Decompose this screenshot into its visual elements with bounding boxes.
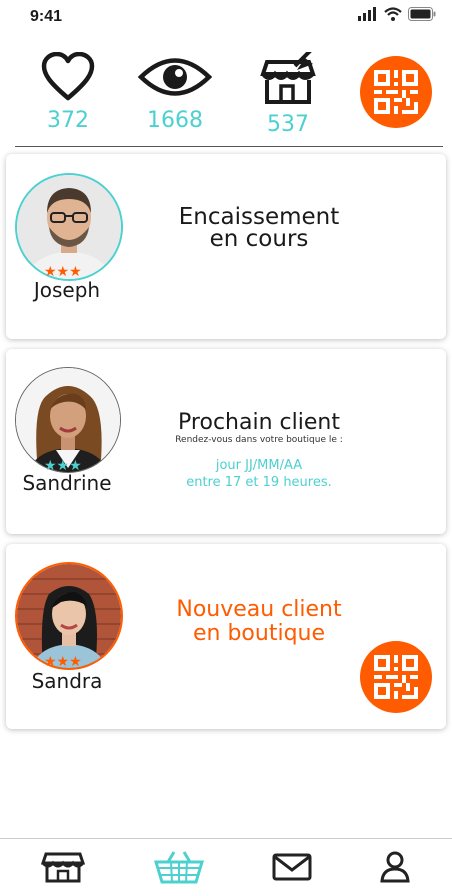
battery-icon	[408, 7, 436, 21]
card-subtitle: Rendez-vous dans votre boutique le :	[175, 435, 343, 445]
qr-code-icon	[374, 70, 418, 114]
wifi-icon	[384, 7, 402, 21]
rating-stars: ★★★	[44, 264, 82, 280]
client-card-sandrine[interactable]: ★★★ Sandrine Prochain client Rendez-vous…	[6, 349, 446, 534]
qr-code-button[interactable]	[360, 56, 432, 128]
appointment-date: jour JJ/MM/AA	[215, 458, 303, 473]
nav-profile[interactable]	[365, 849, 425, 885]
mail-icon	[272, 853, 312, 881]
nav-basket[interactable]	[149, 849, 209, 885]
card-title-line1: Encaissement	[178, 204, 340, 230]
heart-icon	[41, 51, 95, 101]
card-title: Prochain client	[178, 410, 340, 435]
appointment-info: jour JJ/MM/AA entre 17 et 19 heures.	[134, 457, 384, 491]
client-name: Sandra	[31, 669, 103, 693]
shop-icon	[40, 852, 86, 883]
user-icon	[380, 851, 410, 883]
eye-icon	[137, 58, 213, 96]
client-card-joseph[interactable]: ★★★ Joseph Encaissement en cours	[6, 154, 446, 339]
card-title: Nouveau client en boutique	[134, 598, 384, 646]
status-time: 9:41	[30, 8, 63, 25]
qr-code-button[interactable]	[360, 641, 432, 713]
likes-count: 372	[47, 108, 89, 133]
views-count: 1668	[147, 108, 203, 133]
views-stat[interactable]: 1668	[130, 52, 220, 133]
stats-header: 372 1668 537	[0, 48, 452, 144]
shop-cleaning-icon	[260, 48, 316, 104]
nav-mail[interactable]	[262, 849, 322, 885]
bottom-nav	[0, 838, 452, 896]
shop-visits-count: 537	[267, 112, 309, 137]
card-title-line2: en cours	[209, 226, 309, 252]
header-divider	[15, 146, 443, 147]
client-name: Joseph	[33, 278, 101, 302]
qr-code-icon	[374, 655, 418, 699]
appointment-time: entre 17 et 19 heures.	[186, 475, 332, 490]
card-title-line2: en boutique	[192, 621, 326, 646]
status-icons	[358, 7, 436, 21]
client-name: Sandrine	[22, 471, 112, 495]
signal-icon	[358, 7, 376, 21]
likes-stat[interactable]: 372	[23, 51, 113, 133]
basket-icon	[154, 851, 204, 884]
status-bar: 9:41	[0, 0, 452, 32]
rating-stars: ★★★	[44, 654, 82, 670]
client-card-sandra[interactable]: ★★★ Sandra Nouveau client en boutique	[6, 544, 446, 729]
shop-visits-stat[interactable]: 537	[243, 48, 333, 137]
card-title: Encaissement en cours	[134, 204, 384, 252]
nav-shop[interactable]	[33, 849, 93, 885]
card-title-line1: Nouveau client	[176, 597, 342, 622]
